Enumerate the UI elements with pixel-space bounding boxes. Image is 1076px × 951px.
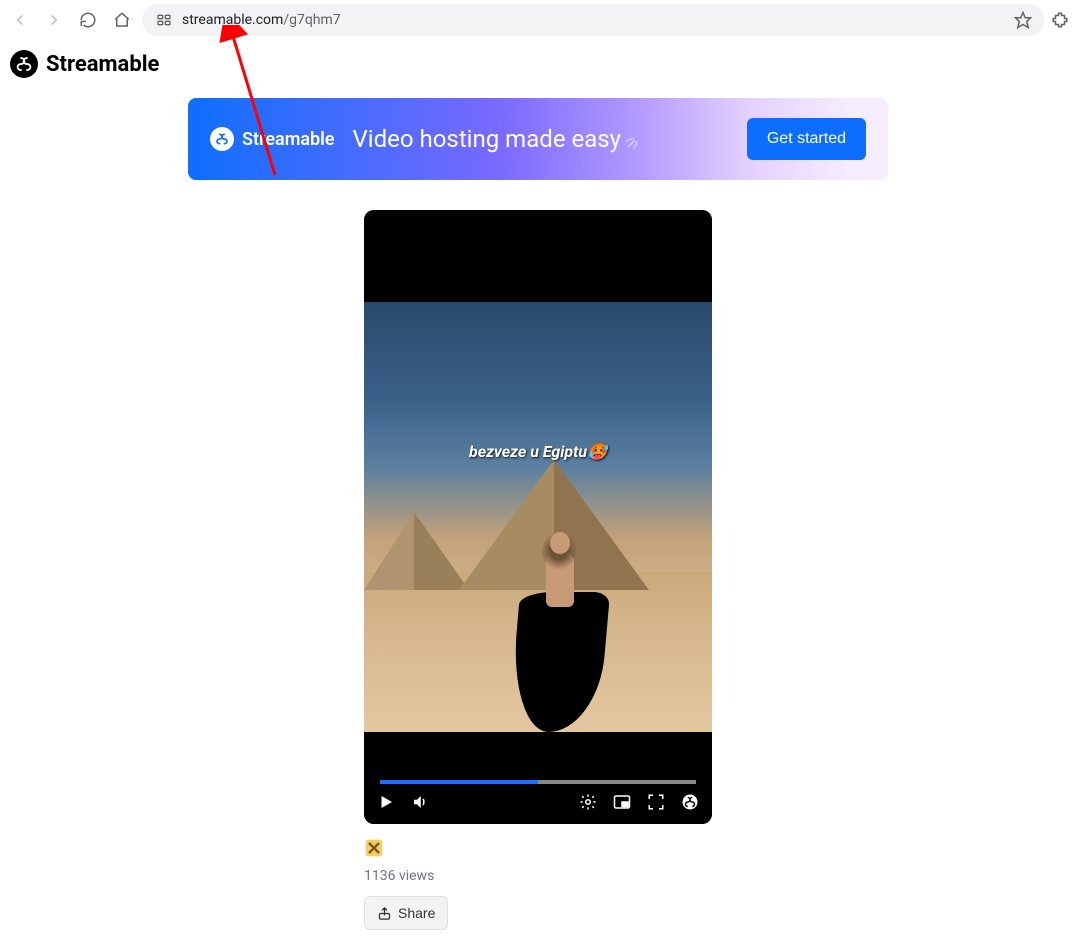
- browser-toolbar: streamable.com/g7qhm7: [0, 0, 1076, 40]
- back-button[interactable]: [6, 6, 34, 34]
- extensions-icon[interactable]: [1050, 10, 1070, 30]
- video-caption-text: bezveze u Egiptu🥵: [364, 442, 712, 461]
- streamable-logo-icon[interactable]: [10, 50, 38, 78]
- video-controls: [364, 732, 712, 824]
- settings-icon[interactable]: [578, 792, 598, 812]
- home-button[interactable]: [108, 6, 136, 34]
- get-started-button[interactable]: Get started: [747, 118, 866, 160]
- play-icon[interactable]: [376, 792, 396, 812]
- banner-logo-icon: [210, 127, 234, 151]
- streamable-watermark-icon[interactable]: [680, 792, 700, 812]
- url-text: streamable.com/g7qhm7: [182, 12, 341, 28]
- video-frame[interactable]: bezveze u Egiptu🥵: [364, 302, 712, 732]
- streamable-logo-text[interactable]: Streamable: [46, 52, 159, 77]
- fullscreen-icon[interactable]: [646, 792, 666, 812]
- progress-bar[interactable]: [380, 780, 696, 784]
- sparkle-icon: [625, 128, 647, 150]
- volume-icon[interactable]: [410, 792, 430, 812]
- banner-tagline: Video hosting made easy: [353, 125, 729, 153]
- pip-icon[interactable]: [612, 792, 632, 812]
- banner-logo: Streamable: [210, 127, 335, 151]
- progress-played: [380, 780, 538, 784]
- video-meta: 1136 views Share: [364, 838, 712, 930]
- video-player[interactable]: bezveze u Egiptu🥵: [364, 210, 712, 824]
- address-bar[interactable]: streamable.com/g7qhm7: [142, 4, 1044, 36]
- promo-banner: Streamable Video hosting made easy Get s…: [188, 98, 888, 180]
- author-avatar-icon[interactable]: [364, 838, 384, 858]
- site-header: Streamable: [0, 40, 1076, 88]
- bookmark-star-icon[interactable]: [1014, 11, 1032, 29]
- share-label: Share: [398, 905, 435, 921]
- share-icon: [377, 906, 392, 921]
- share-button[interactable]: Share: [364, 896, 448, 930]
- reload-button[interactable]: [74, 6, 102, 34]
- video-letterbox: [364, 210, 712, 302]
- forward-button[interactable]: [40, 6, 68, 34]
- site-settings-icon[interactable]: [154, 10, 174, 30]
- view-count: 1136 views: [364, 868, 712, 884]
